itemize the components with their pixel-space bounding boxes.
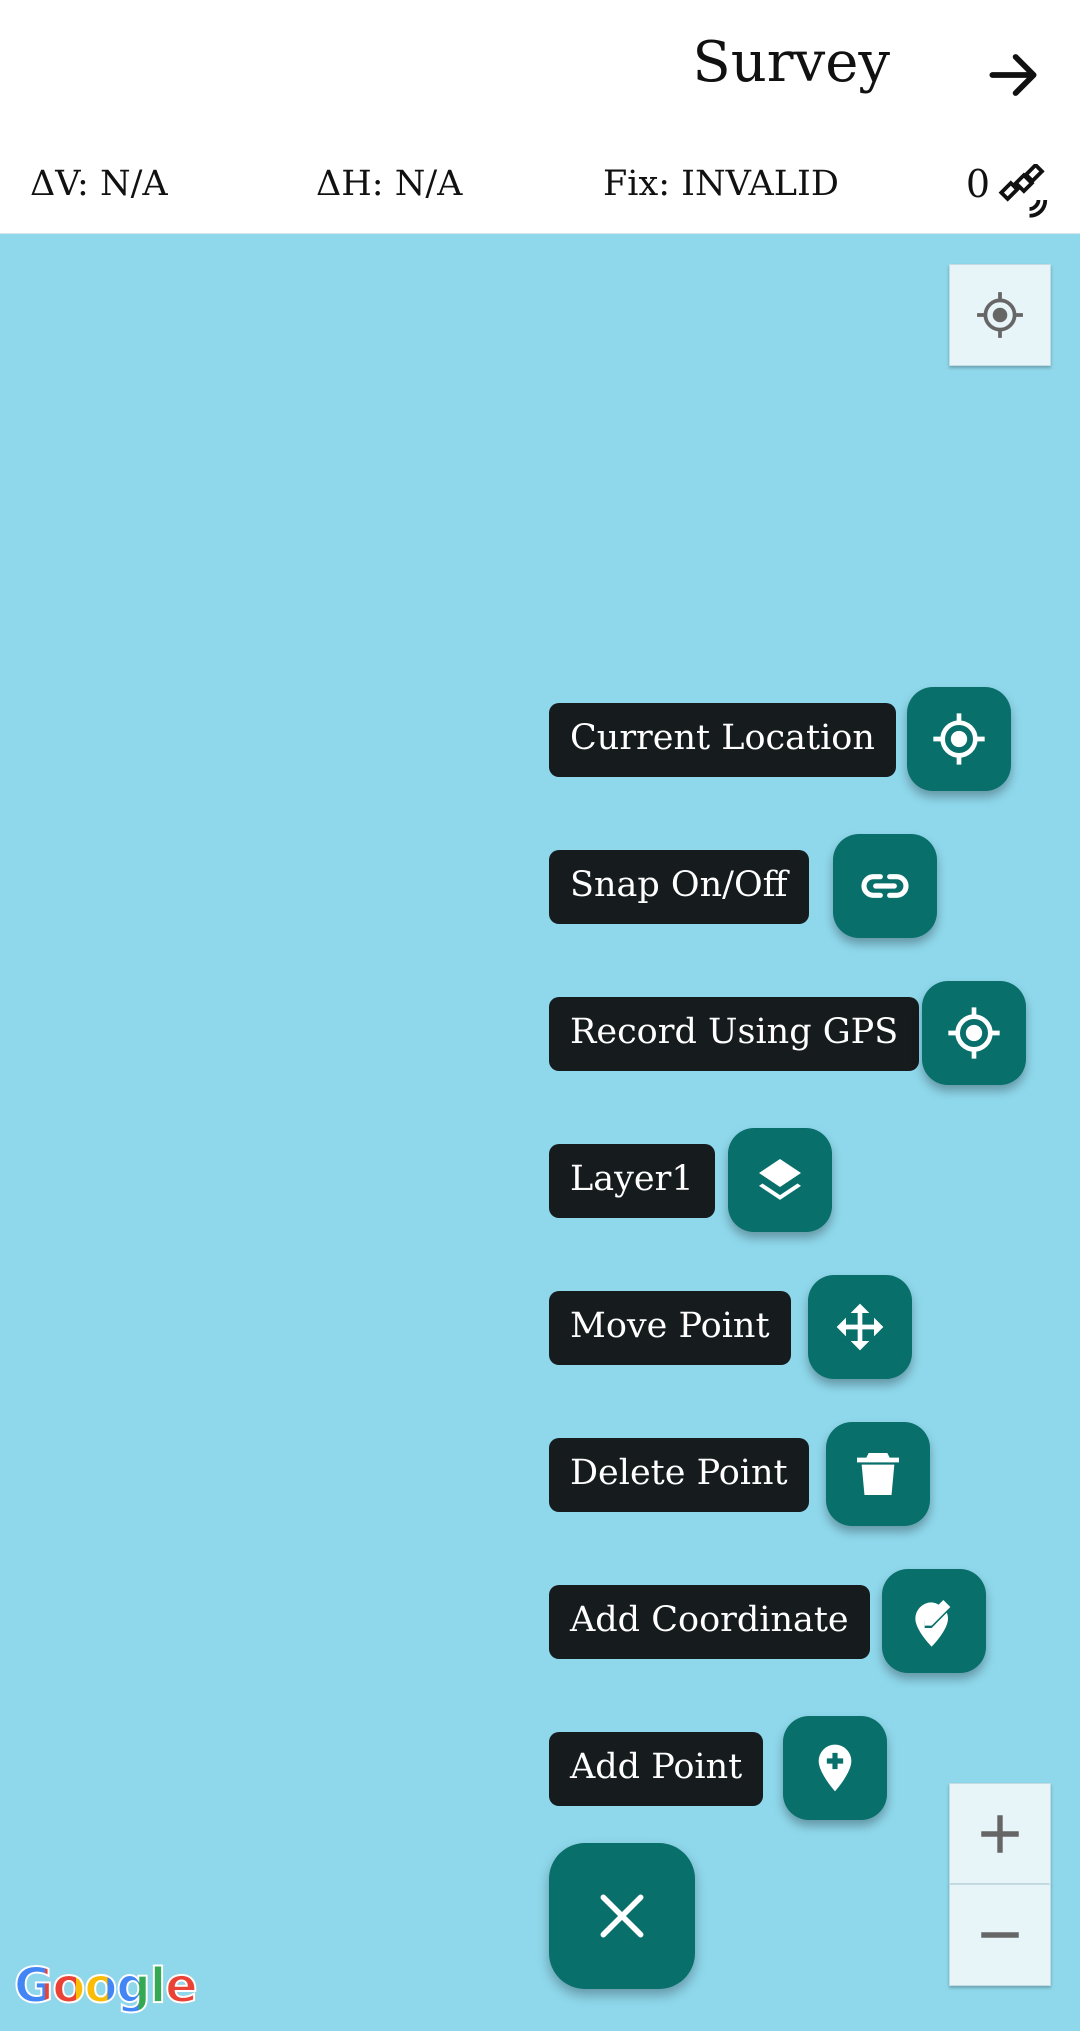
fab-label-move-point[interactable]: Move Point (549, 1291, 791, 1365)
add-point-fab[interactable] (783, 1716, 887, 1820)
current-location-fab[interactable] (907, 687, 1011, 791)
layer-fab[interactable] (728, 1128, 832, 1232)
delta-v-status: ΔV: N/A (30, 164, 168, 204)
delete-point-fab[interactable] (826, 1422, 930, 1526)
plus-icon (981, 1815, 1019, 1853)
snap-toggle-fab[interactable] (833, 834, 937, 938)
google-attribution-logo: Google (13, 1957, 199, 2015)
gnss-status-row: ΔV: N/A ΔH: N/A Fix: INVALID (0, 158, 1080, 218)
add-coordinate-fab[interactable] (882, 1569, 986, 1673)
edit-location-icon (915, 1600, 951, 1647)
move-point-fab[interactable] (808, 1275, 912, 1379)
fab-label-layer[interactable]: Layer1 (549, 1144, 715, 1218)
my-location-icon (977, 292, 1023, 338)
layers-icon (759, 1159, 801, 1200)
fix-status: Fix: INVALID (603, 164, 839, 204)
crosshair-icon (948, 1007, 1000, 1059)
map-view[interactable] (0, 234, 1080, 2031)
move-icon (836, 1303, 884, 1351)
crosshair-icon (933, 713, 985, 765)
add-location-icon (818, 1744, 852, 1792)
satellite-count: 0 (965, 162, 990, 206)
close-fab-menu-button[interactable] (549, 1843, 695, 1989)
delta-h-status: ΔH: N/A (316, 164, 463, 204)
trash-icon (857, 1453, 899, 1495)
zoom-out-button[interactable] (949, 1884, 1051, 1986)
arrow-right-icon[interactable] (982, 44, 1044, 106)
link-icon (861, 874, 909, 898)
fab-label-delete-point[interactable]: Delete Point (549, 1438, 809, 1512)
minus-icon (981, 1932, 1019, 1938)
fab-label-add-point[interactable]: Add Point (549, 1732, 764, 1806)
record-gps-fab[interactable] (922, 981, 1026, 1085)
zoom-in-button[interactable] (949, 1783, 1051, 1885)
page-title: Survey (692, 30, 890, 95)
close-icon (600, 1894, 644, 1938)
fab-label-add-coordinate[interactable]: Add Coordinate (549, 1585, 870, 1659)
my-location-button[interactable] (949, 264, 1051, 366)
satellite-icon (998, 164, 1048, 218)
fab-label-snap[interactable]: Snap On/Off (549, 850, 809, 924)
google-attribution-text: Google (13, 1957, 199, 2015)
fab-label-record-gps[interactable]: Record Using GPS (549, 997, 920, 1071)
app-bar: Survey ΔV: N/A ΔH: N/A Fix: INVALID 0 (0, 0, 1080, 234)
fab-label-current-location[interactable]: Current Location (549, 703, 896, 777)
